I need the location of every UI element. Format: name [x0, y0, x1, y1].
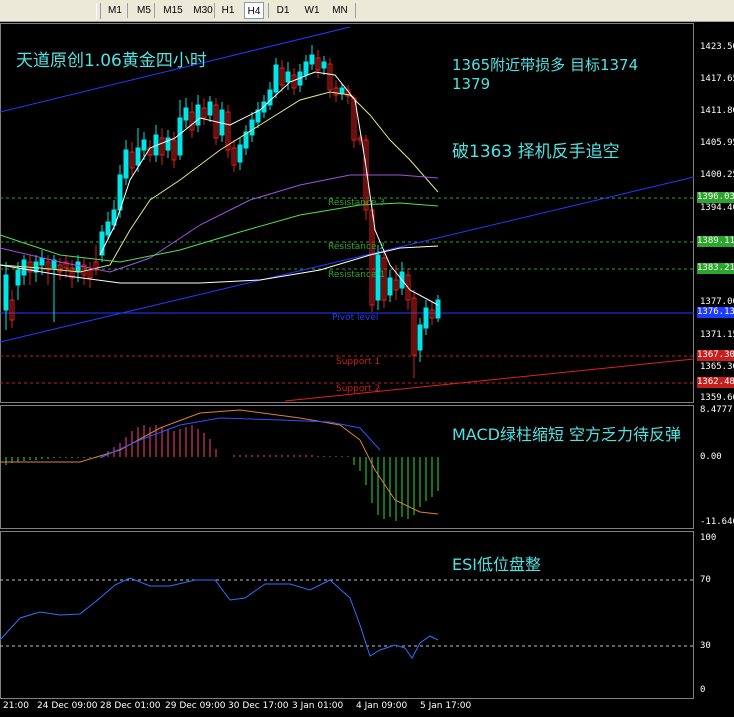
price-axis-label: 1359.60 [700, 393, 734, 403]
time-axis-label: 5 Jan 17:00 [420, 701, 472, 711]
candle-body [249, 119, 255, 136]
price-axis-label: 1371.15 [700, 330, 734, 340]
candle-body [123, 149, 129, 179]
candle-body [15, 269, 21, 286]
target-annotation-2: 1379 [452, 75, 491, 93]
candle-body [3, 274, 9, 311]
price-axis-label: 1417.65 [700, 74, 734, 84]
time-axis-label: 3 Jan 01:00 [292, 701, 344, 711]
candle-body [21, 259, 27, 276]
price-axis-label: 1400.25 [700, 170, 734, 180]
time-axis-label: 29 Dec 09:00 [165, 701, 226, 711]
macd-axis-label: -11.6464 [700, 517, 734, 527]
candle-body [177, 117, 183, 156]
candle-body [273, 64, 279, 93]
price-axis-label: 1394.40 [700, 203, 734, 213]
candle-body [105, 221, 111, 236]
current-price-tag: 1376.13 [697, 307, 734, 318]
candle-body [435, 299, 441, 319]
candle-body [207, 101, 213, 116]
candle-body [135, 147, 141, 166]
macd-axis-label: 0.00 [700, 452, 722, 462]
candle-body [321, 61, 327, 69]
candle-body [75, 261, 81, 273]
candle-body [183, 107, 189, 121]
esi-axis-label: 30 [700, 641, 711, 651]
price-axis-label: 1411.80 [700, 106, 734, 116]
time-axis-label: 28 Dec 01:00 [100, 701, 161, 711]
macd-annotation: MACD绿柱缩短 空方乏力待反弹 [452, 425, 682, 444]
candle-body [195, 104, 201, 126]
pivot-label: Pivot level [332, 313, 379, 323]
price-axis-label: 1423.50 [700, 42, 734, 52]
support2-price-tag: 1362.48 [697, 377, 734, 388]
candle-body [267, 89, 273, 106]
chart-title-annotation: 天道原创1.06黄金四小时 [16, 51, 207, 71]
support1-label: Support 1 [336, 357, 381, 367]
time-axis-label: 24 Dec 09:00 [37, 701, 98, 711]
resistance2-label: Resistance 2 [328, 242, 386, 252]
price-axis-label: 1377.00 [700, 297, 734, 307]
time-axis-label: 21:00 [3, 701, 29, 711]
resistance1-price-tag: 1383.21 [697, 263, 734, 274]
esi-axis-label: 100 [700, 533, 717, 543]
esi-annotation: ESI低位盘整 [452, 555, 541, 574]
time-axis-label: 4 Jan 09:00 [356, 701, 408, 711]
resistance2-price-tag: 1389.11 [697, 236, 734, 247]
candle-body [309, 54, 315, 65]
candle-body [285, 71, 291, 83]
price-axis-label: 1405.95 [700, 138, 734, 148]
candle-body [303, 61, 309, 76]
candle-body [423, 307, 429, 329]
support2-label: Support 2 [336, 384, 381, 394]
ma-fast-line [99, 71, 439, 306]
resistance3-label: Resistance 3 [328, 198, 386, 208]
target-annotation: 1365附近带损多 目标1374 [452, 56, 639, 74]
resistance1-label: Resistance 1 [328, 270, 386, 280]
candle-body [387, 277, 393, 296]
esi-axis-label: 70 [700, 575, 711, 585]
candle-body [39, 257, 45, 266]
candle-body [141, 139, 147, 151]
candle-body [417, 324, 423, 351]
esi-axis-label: 0 [700, 685, 706, 695]
support1-price-tag: 1367.30 [697, 350, 734, 361]
resistance3-price-tag: 1396.03 [697, 192, 734, 203]
time-axis-label: 30 Dec 17:00 [228, 701, 289, 711]
macd-axis-label: 8.4777 [700, 405, 733, 415]
candle-body [237, 144, 243, 163]
short-annotation: 破1363 择机反手追空 [452, 142, 620, 162]
price-axis-label: 1365.30 [700, 362, 734, 372]
